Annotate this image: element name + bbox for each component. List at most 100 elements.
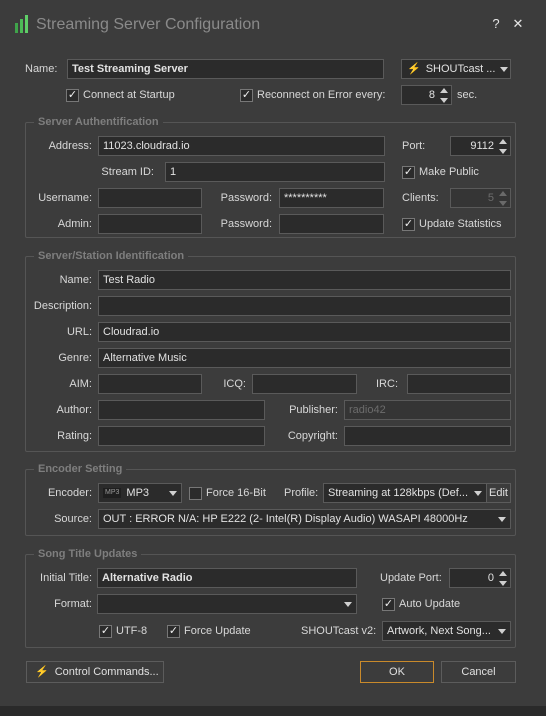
author-input[interactable] <box>98 400 265 420</box>
encoder-label: Encoder: <box>47 487 92 499</box>
source-select[interactable]: OUT : ERROR N/A: HP E222 (2- Intel(R) Di… <box>98 509 511 529</box>
stream-id-label: Stream ID: <box>101 166 154 178</box>
station-name-input[interactable]: Test Radio <box>98 270 511 290</box>
rating-input[interactable] <box>98 426 265 446</box>
server-auth-title: Server Authentification <box>34 115 163 129</box>
checkmark-icon: ✓ <box>403 218 414 230</box>
server-type-select[interactable]: ⚡ SHOUTcast ... <box>401 59 511 79</box>
help-button[interactable]: ? <box>488 16 504 32</box>
admin-input[interactable] <box>98 214 202 234</box>
source-label: Source: <box>54 513 92 525</box>
shoutcast-v2-select[interactable]: Artwork, Next Song... <box>382 621 511 641</box>
lightning-icon: ⚡ <box>407 63 421 75</box>
chevron-down-icon <box>500 66 509 72</box>
auto-update-checkbox[interactable]: ✓ <box>382 598 395 611</box>
name-label: Name: <box>25 63 58 75</box>
force-update-checkbox[interactable]: ✓ <box>167 625 180 638</box>
clients-label: Clients: <box>402 192 439 204</box>
arrow-up-icon <box>440 87 448 93</box>
copyright-input[interactable] <box>344 426 511 446</box>
connect-startup-checkbox[interactable]: ✓ <box>66 89 79 102</box>
author-label: Author: <box>56 404 92 416</box>
profile-label: Profile: <box>284 487 319 499</box>
arrow-up-icon <box>499 190 507 196</box>
admin-password-label: Password: <box>220 218 272 230</box>
source-value: OUT : ERROR N/A: HP E222 (2- Intel(R) Di… <box>103 513 468 525</box>
arrow-up-icon <box>499 138 507 144</box>
cancel-button[interactable]: Cancel <box>441 661 516 683</box>
update-port-spinner[interactable] <box>497 568 509 588</box>
arrow-up-icon <box>499 570 507 576</box>
encoder-select[interactable]: MP3 MP3 <box>98 483 182 503</box>
username-input[interactable] <box>98 188 202 208</box>
icq-input[interactable] <box>252 374 357 394</box>
icq-label: ICQ: <box>223 378 246 390</box>
control-commands-label: Control Commands... <box>54 666 159 678</box>
chevron-down-icon <box>344 601 352 607</box>
publisher-label: Publisher: <box>289 404 338 416</box>
arrow-down-icon <box>499 148 507 154</box>
reconnect-unit: sec. <box>457 89 478 101</box>
update-port-label: Update Port: <box>380 572 442 584</box>
chevron-down-icon <box>169 490 177 496</box>
url-label: URL: <box>66 326 92 338</box>
admin-password-input[interactable] <box>279 214 384 234</box>
checkmark-icon: ✓ <box>403 166 414 178</box>
update-statistics-checkbox[interactable]: ✓ <box>402 218 415 231</box>
port-spinner[interactable] <box>497 136 509 156</box>
mp3-icon: MP3 <box>103 488 122 498</box>
rating-label: Rating: <box>57 430 92 442</box>
close-button[interactable]: ✕ <box>510 16 526 32</box>
aim-label: AIM: <box>69 378 92 390</box>
initial-title-label: Initial Title: <box>40 572 92 584</box>
aim-input[interactable] <box>98 374 202 394</box>
encoder-setting-title: Encoder Setting <box>34 462 127 476</box>
clients-spinner <box>497 188 509 208</box>
make-public-label: Make Public <box>419 166 479 178</box>
password-label: Password: <box>220 192 272 204</box>
publisher-input: radio42 <box>344 400 511 420</box>
address-input[interactable]: 11023.cloudrad.io <box>98 136 385 156</box>
password-input[interactable]: ********** <box>279 188 384 208</box>
checkmark-icon: ✓ <box>67 89 78 101</box>
shoutcast-v2-label: SHOUTcast v2: <box>301 625 377 637</box>
port-label: Port: <box>402 140 426 152</box>
arrow-down-icon <box>499 580 507 586</box>
irc-input[interactable] <box>407 374 511 394</box>
checkmark-icon: ✓ <box>100 625 111 637</box>
format-label: Format: <box>54 598 92 610</box>
control-commands-button[interactable]: ⚡ Control Commands... <box>26 661 164 683</box>
connect-startup-label: Connect at Startup <box>83 89 175 101</box>
profile-select[interactable]: Streaming at 128kbps (Def... <box>323 483 487 503</box>
chevron-down-icon <box>498 628 506 634</box>
song-title-title: Song Title Updates <box>34 547 142 561</box>
description-input[interactable] <box>98 296 511 316</box>
arrow-down-icon <box>440 97 448 103</box>
server-type-value: SHOUTcast ... <box>425 63 496 75</box>
admin-label: Admin: <box>57 218 92 230</box>
checkmark-icon: ✓ <box>241 89 252 101</box>
force-16bit-label: Force 16-Bit <box>206 487 266 499</box>
stream-id-input[interactable]: 1 <box>165 162 385 182</box>
genre-label: Genre: <box>58 352 92 364</box>
format-select[interactable] <box>97 594 357 614</box>
description-label: Description: <box>33 300 92 312</box>
copyright-label: Copyright: <box>287 430 338 442</box>
reconnect-spinner[interactable] <box>438 85 450 105</box>
url-input[interactable]: Cloudrad.io <box>98 322 511 342</box>
server-name-input[interactable]: Test Streaming Server <box>67 59 384 79</box>
initial-title-input[interactable]: Alternative Radio <box>97 568 357 588</box>
station-identification-title: Server/Station Identification <box>34 249 189 263</box>
lightning-icon: ⚡ <box>35 666 49 678</box>
profile-value: Streaming at 128kbps (Def... <box>328 487 469 499</box>
edit-profile-button[interactable]: Edit <box>486 483 511 503</box>
reconnect-checkbox[interactable]: ✓ <box>240 89 253 102</box>
chevron-down-icon <box>474 490 482 496</box>
make-public-checkbox[interactable]: ✓ <box>402 166 415 179</box>
username-label: Username: <box>38 192 92 204</box>
force-16bit-checkbox[interactable] <box>189 487 202 500</box>
utf8-checkbox[interactable]: ✓ <box>99 625 112 638</box>
genre-input[interactable]: Alternative Music <box>98 348 511 368</box>
checkmark-icon: ✓ <box>383 598 394 610</box>
ok-button[interactable]: OK <box>360 661 434 683</box>
